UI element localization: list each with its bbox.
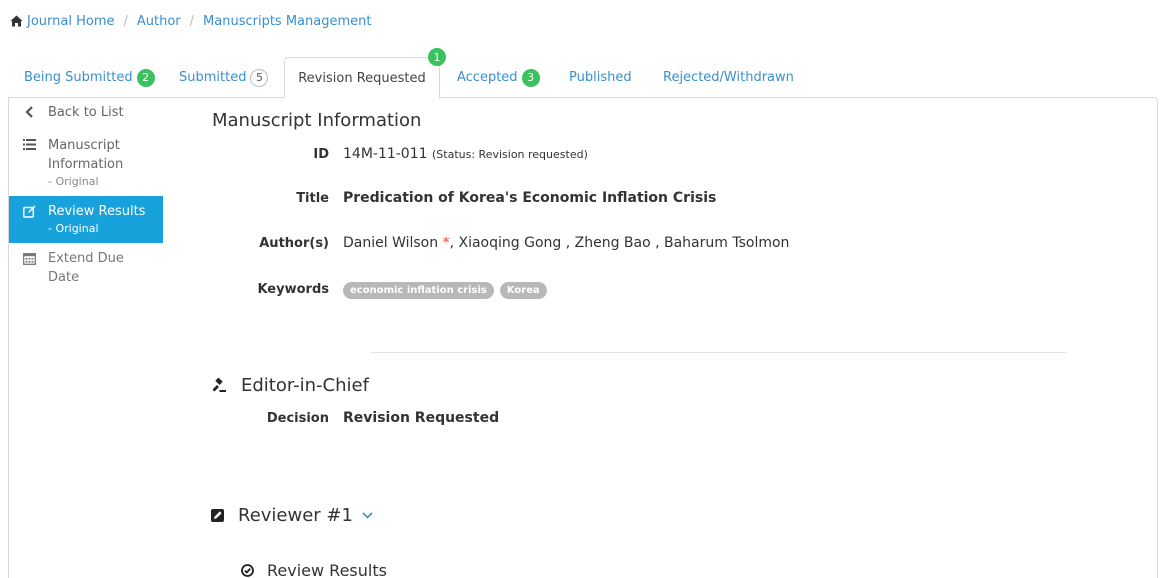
corresponding-author: Daniel Wilson (343, 235, 439, 251)
tab-submitted[interactable]: Submitted 5 (179, 57, 269, 98)
authors-label: Author(s) (259, 236, 329, 251)
decision-value: Revision Requested (343, 410, 500, 426)
editor-in-chief-title: Editor-in-Chief (241, 375, 369, 396)
tab-label: Accepted (457, 70, 518, 85)
sidebar: Back to List Manuscript Information - Or… (9, 98, 163, 293)
manuscript-information-title: Manuscript Information (212, 110, 422, 131)
chevron-down-icon (362, 512, 373, 519)
manuscript-authors-row: Author(s) Daniel Wilson *, Xiaoqing Gong… (210, 235, 789, 251)
sidebar-item-review-results[interactable]: Review Results - Original (9, 196, 163, 243)
sidebar-item-sublabel: - Original (48, 222, 99, 235)
tab-rejected-withdrawn[interactable]: Rejected/Withdrawn (663, 57, 794, 98)
tab-being-submitted[interactable]: Being Submitted 2 (24, 57, 155, 98)
breadcrumb-manuscripts-management[interactable]: Manuscripts Management (203, 14, 371, 29)
manuscript-title-row: Title Predication of Korea's Economic In… (210, 190, 716, 206)
corresponding-author-mark: * (442, 235, 450, 251)
count-badge: 1 (428, 48, 446, 66)
tab-label: Rejected/Withdrawn (663, 70, 794, 85)
keyword-tag: economic inflation crisis (343, 282, 494, 299)
authors-value: Daniel Wilson *, Xiaoqing Gong , Zheng B… (343, 235, 789, 251)
keywords-label: Keywords (257, 282, 329, 297)
sidebar-item-back[interactable]: Back to List (9, 98, 163, 130)
manuscript-id-row: ID 14M-11-011 (Status: Revision requeste… (210, 146, 588, 162)
manuscript-keywords-row: Keywords economic inflation crisis Korea (210, 281, 553, 299)
title-value: Predication of Korea's Economic Inflatio… (343, 190, 717, 206)
id-label: ID (313, 147, 329, 162)
decision-row: Decision Revision Requested (210, 410, 499, 426)
check-circle-icon (241, 564, 254, 577)
sidebar-item-label: Manuscript Information (48, 138, 124, 172)
id-value: 14M-11-011 (Status: Revision requested) (343, 146, 588, 162)
breadcrumb: Journal Home / Author / Manuscripts Mana… (10, 11, 371, 31)
home-icon (10, 15, 23, 27)
edit-icon (21, 202, 37, 218)
tab-label: Revision Requested (298, 70, 426, 86)
manuscript-id: 14M-11-011 (343, 146, 428, 162)
tab-published[interactable]: Published (569, 57, 632, 98)
sidebar-item-label: Back to List (48, 105, 124, 120)
gavel-icon (212, 377, 226, 392)
sidebar-item-label: Extend Due Date (48, 251, 124, 285)
tab-label: Being Submitted (24, 70, 133, 85)
editor-in-chief-heading: Editor-in-Chief (211, 375, 369, 396)
count-badge: 3 (521, 68, 540, 87)
review-results-title: Review Results (267, 561, 387, 578)
calendar-icon (21, 249, 37, 265)
review-results-heading: Review Results (241, 561, 387, 578)
co-authors: , Xiaoqing Gong , Zheng Bao , Baharum Ts… (449, 235, 790, 251)
status-text: (Status: Revision requested) (432, 148, 588, 161)
title-label: Title (296, 191, 329, 206)
breadcrumb-separator: / (189, 13, 195, 29)
breadcrumb-author[interactable]: Author (137, 14, 181, 29)
reviewer-1-toggle[interactable]: Reviewer #1 (211, 505, 373, 526)
sidebar-item-label: Review Results (48, 204, 146, 219)
tab-label: Published (569, 70, 632, 85)
sidebar-item-extend-due-date[interactable]: Extend Due Date (9, 243, 163, 293)
decision-label: Decision (266, 411, 329, 426)
sidebar-item-manuscript-information[interactable]: Manuscript Information - Original (9, 130, 163, 196)
reviewer-title: Reviewer #1 (238, 505, 353, 526)
breadcrumb-separator: / (123, 13, 128, 29)
keyword-tag: Korea (499, 282, 547, 299)
section-divider (371, 352, 1067, 353)
keywords-value: economic inflation crisis Korea (343, 281, 553, 299)
count-badge: 5 (250, 68, 269, 87)
chevron-left-icon (21, 103, 37, 118)
edit-square-icon (211, 509, 224, 522)
tab-label: Submitted (179, 70, 247, 85)
list-icon (21, 136, 37, 150)
count-badge: 2 (136, 68, 155, 87)
sidebar-item-sublabel: - Original (48, 175, 99, 188)
tab-revision-requested[interactable]: 1 Revision Requested (284, 48, 446, 99)
breadcrumb-journal-home[interactable]: Journal Home (27, 14, 114, 29)
status-tabs: Being Submitted 2 Submitted 5 1 Revision… (8, 48, 1158, 99)
content-panel (8, 97, 1158, 578)
tab-accepted[interactable]: Accepted 3 (457, 57, 540, 98)
